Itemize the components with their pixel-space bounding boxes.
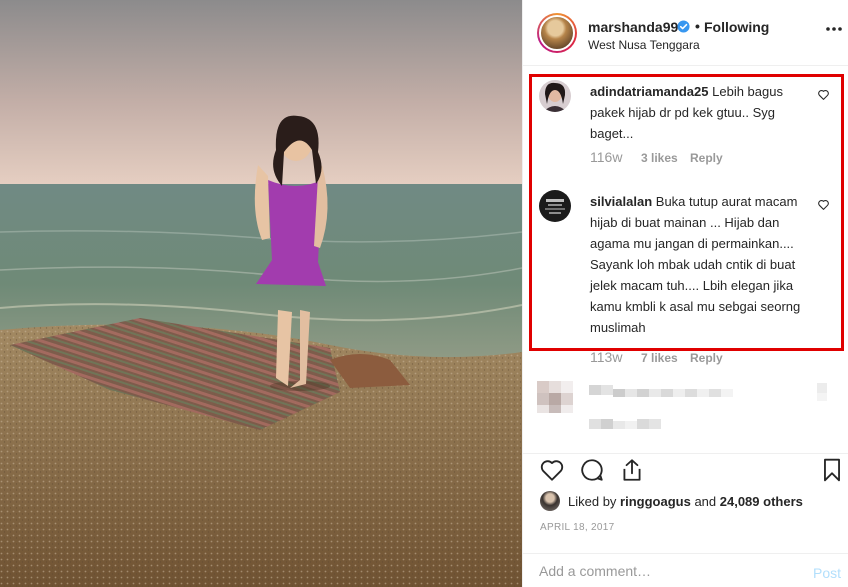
post-header: marshanda99 • Following West Nusa Tengga… xyxy=(523,0,848,66)
bookmark-icon[interactable] xyxy=(819,457,845,483)
comments-list: adindatriamanda25 Lebih bagus pakek hija… xyxy=(523,67,848,453)
beach-photo-image xyxy=(0,0,522,587)
separator-dot: • xyxy=(695,18,700,34)
comment-text-block: silvialalan Buka tutup aurat macam hijab… xyxy=(590,191,820,338)
reply-button[interactable]: Reply xyxy=(690,351,723,365)
likes-prefix: Liked by xyxy=(568,494,621,509)
comment-meta: 116w 3 likes Reply xyxy=(590,149,723,165)
commenter-avatar[interactable] xyxy=(539,80,571,112)
likes-middle: and xyxy=(690,494,720,509)
comment-meta: 113w 7 likes Reply xyxy=(590,349,723,365)
commenter-avatar[interactable] xyxy=(539,190,571,222)
comment-item: silvialalan Buka tutup aurat macam hijab… xyxy=(539,190,839,365)
comment-input[interactable] xyxy=(539,563,779,579)
comment-username[interactable]: adindatriamanda25 xyxy=(590,84,709,99)
reply-button[interactable]: Reply xyxy=(690,151,723,165)
post-side-panel: marshanda99 • Following West Nusa Tengga… xyxy=(522,0,848,587)
commenter-avatar-image xyxy=(539,80,571,112)
heart-outline-icon[interactable] xyxy=(817,198,830,211)
avatar-image xyxy=(539,15,575,51)
following-button[interactable]: Following xyxy=(704,19,769,35)
post-photo[interactable] xyxy=(0,0,522,587)
comment-item: adindatriamanda25 Lebih bagus pakek hija… xyxy=(539,80,839,170)
likes-text: Liked by ringgoagus and 24,089 others xyxy=(568,494,803,509)
commenter-avatar-image xyxy=(539,190,571,222)
pixelated-comment xyxy=(537,381,827,429)
liker-username[interactable]: ringgoagus xyxy=(620,494,691,509)
comment-age[interactable]: 113w xyxy=(590,349,622,365)
post-timestamp[interactable]: APRIL 18, 2017 xyxy=(540,522,614,533)
username-link[interactable]: marshanda99 xyxy=(588,19,678,35)
comment-username[interactable]: silvialalan xyxy=(590,194,652,209)
profile-avatar[interactable] xyxy=(537,13,577,53)
heart-outline-icon[interactable] xyxy=(817,88,830,101)
verified-badge-icon xyxy=(677,20,690,33)
add-comment-bar: Post xyxy=(523,553,848,587)
heart-outline-icon[interactable] xyxy=(539,457,565,483)
speech-bubble-icon[interactable] xyxy=(579,457,605,483)
likes-count-link[interactable]: 24,089 others xyxy=(720,494,803,509)
post-comment-button[interactable]: Post xyxy=(813,565,841,581)
comment-text-block: adindatriamanda25 Lebih bagus pakek hija… xyxy=(590,81,820,144)
liker-avatar[interactable] xyxy=(540,491,560,511)
comment-likes[interactable]: 7 likes xyxy=(641,351,678,365)
comment-age[interactable]: 116w xyxy=(590,149,622,165)
comment-text: Buka tutup aurat macam hijab di buat mai… xyxy=(590,194,801,335)
location-link[interactable]: West Nusa Tenggara xyxy=(588,38,700,52)
comment-likes[interactable]: 3 likes xyxy=(641,151,678,165)
more-options-icon[interactable] xyxy=(825,26,843,32)
share-arrow-icon[interactable] xyxy=(619,457,645,483)
